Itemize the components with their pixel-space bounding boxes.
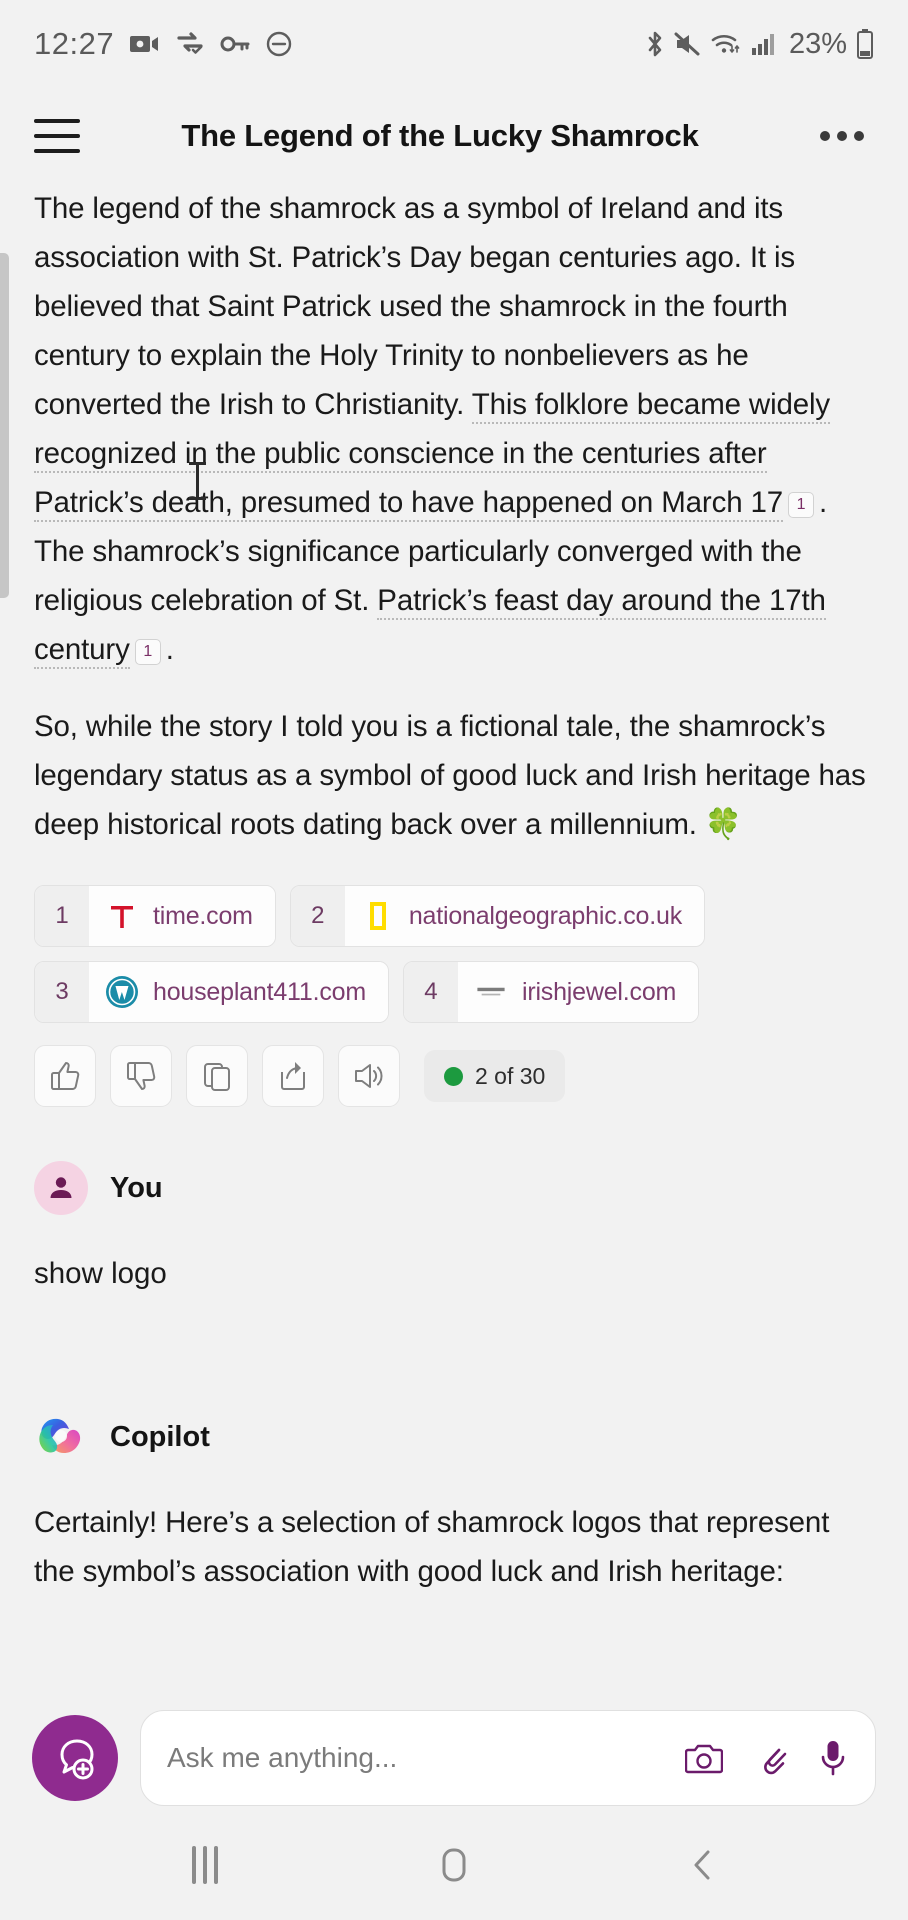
natgeo-logo-icon (361, 899, 395, 933)
thumbs-down-button[interactable] (110, 1045, 172, 1107)
inline-citation-chip-2[interactable]: 1 (134, 639, 161, 665)
shamrock-emoji-icon: 🍀 (704, 808, 743, 841)
composer-input-wrapper[interactable] (140, 1710, 876, 1806)
message-actions-toolbar: 2 of 30 (34, 1045, 874, 1107)
mute-icon (674, 31, 702, 57)
user-turn-header: You (34, 1161, 874, 1215)
app-header: The Legend of the Lucky Shamrock (0, 88, 908, 184)
scrollbar-thumb[interactable] (0, 253, 9, 598)
recent-apps-icon[interactable] (145, 1830, 265, 1900)
user-message: show logo (34, 1257, 167, 1290)
back-icon[interactable] (643, 1830, 763, 1900)
page-title: The Legend of the Lucky Shamrock (181, 118, 699, 153)
speak-aloud-button[interactable] (338, 1045, 400, 1107)
home-icon[interactable] (394, 1830, 514, 1900)
citation-number: 2 (290, 886, 345, 946)
attach-button[interactable] (755, 1740, 787, 1776)
microphone-button[interactable] (819, 1739, 847, 1777)
video-camera-icon (130, 31, 160, 57)
android-nav-bar (0, 1810, 908, 1920)
response-counter-badge: 2 of 30 (424, 1050, 566, 1102)
assistant-text-plain-a: The legend of the shamrock as a symbol o… (34, 192, 795, 421)
chat-input[interactable] (167, 1742, 685, 1774)
assistant-text-plain-e: . (165, 633, 174, 666)
copilot-message: Certainly! Here’s a selection of shamroc… (34, 1506, 830, 1588)
wordpress-logo-icon (105, 975, 139, 1009)
cellular-signal-icon (750, 31, 776, 57)
thumbs-up-button[interactable] (34, 1045, 96, 1107)
time-logo-icon (105, 899, 139, 933)
citation-host: irishjewel.com (521, 977, 677, 1006)
status-bar: 12:27 23% (0, 0, 908, 88)
status-bar-left: 12:27 (34, 26, 292, 62)
battery-percent: 23% (788, 27, 847, 60)
conversation-scroll-area: The legend of the shamrock as a symbol o… (0, 184, 908, 1596)
do-not-disturb-icon (266, 31, 292, 57)
speaker-name: Copilot (110, 1420, 210, 1453)
wifi-icon (711, 31, 741, 57)
citation-number: 1 (35, 886, 89, 946)
data-sync-icon (176, 31, 204, 57)
more-options-icon[interactable] (810, 121, 874, 151)
new-chat-bubble-plus-icon[interactable] (32, 1715, 118, 1801)
citation-list: 1 time.com 2 nationalgeographic.co.uk 3 (34, 885, 874, 1023)
composer-bar (0, 1710, 908, 1806)
camera-button[interactable] (685, 1741, 723, 1775)
citation-number: 4 (403, 962, 458, 1022)
share-button[interactable] (262, 1045, 324, 1107)
citation-host: nationalgeographic.co.uk (408, 901, 682, 930)
assistant-message-paragraph-2: So, while the story I told you is a fict… (34, 702, 874, 849)
copilot-logo-icon (34, 1410, 88, 1464)
bluetooth-icon (645, 30, 665, 58)
citation-card[interactable]: 2 nationalgeographic.co.uk (289, 885, 705, 947)
status-time: 12:27 (34, 26, 115, 61)
status-bar-right: 23% (645, 28, 874, 61)
irishjewel-logo-icon (474, 975, 508, 1009)
inline-citation-chip-1[interactable]: 1 (788, 492, 815, 518)
citation-host: houseplant411.com (153, 977, 366, 1006)
copilot-turn-header: Copilot (34, 1410, 874, 1464)
citation-card[interactable]: 3 houseplant411.com (34, 961, 389, 1023)
person-avatar-icon (34, 1161, 88, 1215)
assistant-message-paragraph-1: The legend of the shamrock as a symbol o… (34, 184, 874, 674)
citation-card[interactable]: 4 irishjewel.com (402, 961, 700, 1023)
citation-number: 3 (35, 962, 89, 1022)
citation-host: time.com (153, 901, 253, 930)
citation-card[interactable]: 1 time.com (34, 885, 276, 947)
status-dot-icon (444, 1066, 463, 1086)
vpn-key-icon (220, 34, 250, 54)
copy-button[interactable] (186, 1045, 248, 1107)
response-counter-label: 2 of 30 (475, 1062, 546, 1089)
text-cursor-caret (189, 462, 206, 500)
battery-icon (856, 29, 874, 59)
speaker-name: You (110, 1171, 163, 1204)
